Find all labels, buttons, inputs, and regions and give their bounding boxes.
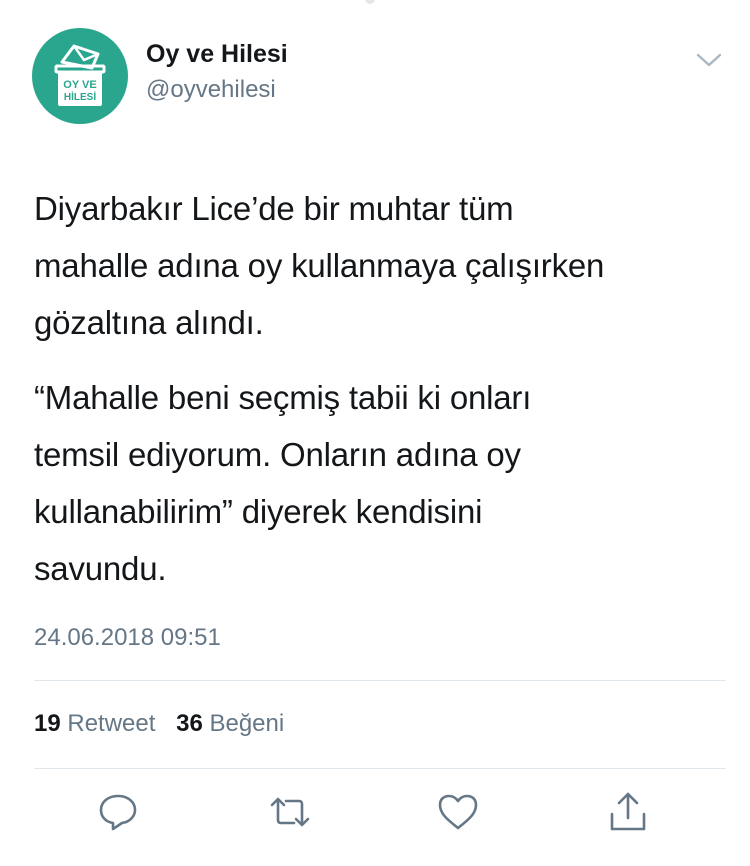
- chevron-down-icon[interactable]: [694, 48, 724, 72]
- retweet-button[interactable]: [268, 790, 312, 834]
- author-name[interactable]: Oy ve Hilesi: [146, 40, 288, 69]
- heart-icon: [438, 794, 478, 830]
- reply-icon: [99, 794, 137, 831]
- tweet-text: Diyarbakır Lice’de bir muhtar tüm mahall…: [34, 180, 724, 597]
- tweet-actions: [0, 790, 750, 840]
- retweet-label[interactable]: Retweet: [67, 710, 155, 737]
- like-label[interactable]: Beğeni: [209, 710, 284, 737]
- avatar-text-line2: HİLESİ: [64, 90, 96, 103]
- avatar-text-line1: OY VE: [63, 79, 96, 91]
- like-button[interactable]: [436, 790, 480, 834]
- avatar[interactable]: OY VE HİLESİ: [32, 28, 128, 124]
- divider: [34, 768, 726, 769]
- share-icon: [610, 792, 646, 831]
- tweet-header: OY VE HİLESİ Oy ve Hilesi @oyvehilesi: [0, 0, 750, 150]
- reply-button[interactable]: [96, 790, 140, 834]
- divider: [34, 680, 726, 681]
- author-handle[interactable]: @oyvehilesi: [146, 76, 276, 104]
- like-count[interactable]: 36: [176, 710, 203, 737]
- share-button[interactable]: [606, 790, 650, 834]
- ballot-box-logo-icon: OY VE HİLESİ: [54, 44, 106, 106]
- retweet-count[interactable]: 19: [34, 710, 61, 737]
- tweet-stats: 19 Retweet 36 Beğeni: [34, 710, 284, 738]
- tweet-timestamp[interactable]: 24.06.2018 09:51: [34, 624, 221, 652]
- retweet-icon: [270, 797, 310, 827]
- tweet-paragraph-2: “Mahalle beni seçmiş tabii ki onları tem…: [34, 379, 532, 587]
- tweet-paragraph-1: Diyarbakır Lice’de bir muhtar tüm mahall…: [34, 190, 605, 341]
